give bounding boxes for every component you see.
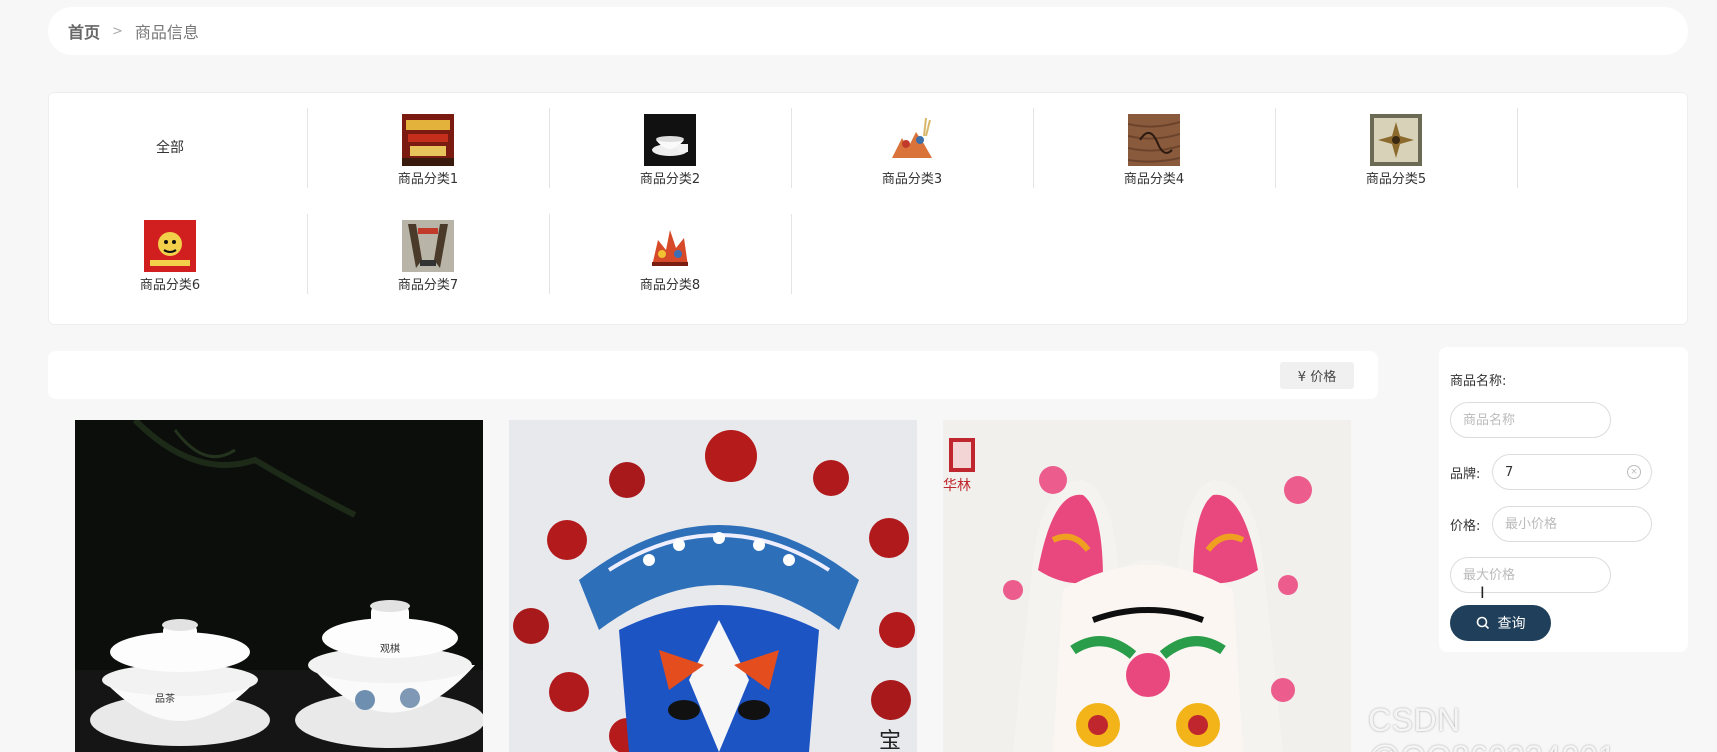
category-item-2[interactable]: 商品分类2 bbox=[549, 108, 791, 188]
max-price-input[interactable] bbox=[1450, 557, 1611, 593]
category-thumbnail bbox=[1128, 114, 1180, 166]
category-label: 商品分类5 bbox=[1365, 172, 1427, 187]
product-image: 品茶 观棋 bbox=[75, 420, 483, 752]
product-card-tiger-mask[interactable]: 华林 bbox=[943, 420, 1351, 752]
breadcrumb-home[interactable]: 首页 bbox=[68, 19, 100, 43]
category-divider bbox=[1517, 108, 1518, 188]
category-label: 商品分类7 bbox=[397, 278, 459, 293]
watermark: CSDN @QQ860234001 bbox=[1368, 702, 1616, 752]
filter-panel: 商品名称: 品牌: × 价格: 查询 bbox=[1439, 347, 1688, 652]
query-button-label: 查询 bbox=[1497, 616, 1526, 632]
svg-text:华林: 华林 bbox=[943, 478, 971, 494]
category-label: 商品分类1 bbox=[397, 172, 459, 187]
category-thumbnail bbox=[644, 220, 696, 272]
category-item-7[interactable]: 商品分类7 bbox=[307, 214, 549, 294]
category-thumbnail bbox=[402, 114, 454, 166]
category-thumbnail bbox=[1370, 114, 1422, 166]
category-item-4[interactable]: 商品分类4 bbox=[1033, 108, 1275, 188]
svg-text:宝: 宝 bbox=[879, 729, 901, 752]
breadcrumb-separator: > bbox=[112, 23, 123, 39]
category-thumbnail bbox=[402, 220, 454, 272]
text-cursor-icon: I bbox=[1480, 583, 1485, 602]
category-label: 商品分类4 bbox=[1123, 172, 1185, 187]
category-thumbnail bbox=[886, 114, 938, 166]
svg-text:品茶: 品茶 bbox=[155, 692, 175, 705]
product-card-teacups[interactable]: 品茶 观棋 bbox=[75, 420, 483, 752]
min-price-input[interactable] bbox=[1492, 506, 1652, 542]
clear-icon[interactable]: × bbox=[1627, 465, 1641, 479]
product-image: 华林 bbox=[943, 420, 1351, 752]
brand-label: 品牌: bbox=[1450, 467, 1481, 482]
category-item-6[interactable]: 商品分类6 bbox=[49, 214, 291, 294]
category-label: 商品分类6 bbox=[139, 278, 201, 293]
category-divider bbox=[791, 214, 792, 294]
category-label: 商品分类8 bbox=[639, 278, 701, 293]
category-item-3[interactable]: 商品分类3 bbox=[791, 108, 1033, 188]
category-thumbnail bbox=[644, 114, 696, 166]
category-label: 商品分类3 bbox=[881, 172, 943, 187]
category-thumbnail bbox=[144, 220, 196, 272]
category-label: 商品分类2 bbox=[639, 172, 701, 187]
product-card-opera-mask[interactable]: 宝 bbox=[509, 420, 917, 752]
category-panel: 全部 商品分类1 商品分类2 商品分类3 商品分类4 商品分类5 商品分类6 商… bbox=[48, 92, 1688, 325]
svg-text:观棋: 观棋 bbox=[380, 642, 400, 655]
category-item-1[interactable]: 商品分类1 bbox=[307, 108, 549, 188]
breadcrumb: 首页 > 商品信息 bbox=[48, 7, 1688, 55]
price-label: 价格: bbox=[1450, 519, 1481, 534]
category-all[interactable]: 全部 bbox=[49, 108, 291, 188]
product-name-input[interactable] bbox=[1450, 402, 1611, 438]
category-label: 全部 bbox=[156, 140, 184, 156]
breadcrumb-current: 商品信息 bbox=[134, 23, 199, 42]
category-item-5[interactable]: 商品分类5 bbox=[1275, 108, 1517, 188]
search-icon bbox=[1476, 616, 1489, 630]
category-item-8[interactable]: 商品分类8 bbox=[549, 214, 791, 294]
product-name-label: 商品名称: bbox=[1450, 374, 1507, 389]
sort-price-button[interactable]: ¥ 价格 bbox=[1280, 362, 1354, 389]
product-image: 宝 bbox=[509, 420, 917, 752]
query-button[interactable]: 查询 bbox=[1450, 605, 1551, 641]
sort-bar: ¥ 价格 bbox=[48, 351, 1378, 399]
